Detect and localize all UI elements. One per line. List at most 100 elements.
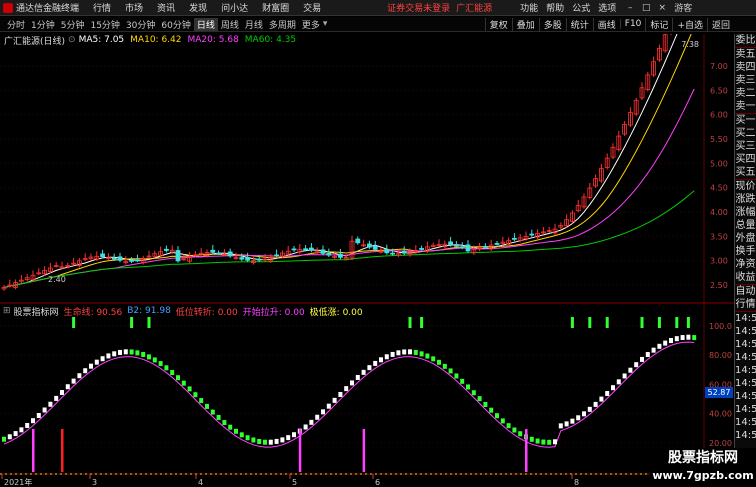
indicator-bar bbox=[193, 392, 198, 398]
quote-panel-item[interactable]: 涨幅 bbox=[735, 206, 756, 219]
expand-icon[interactable]: ⊞ bbox=[3, 306, 11, 316]
quote-panel-item[interactable]: 现价 bbox=[735, 179, 756, 193]
indicator-name[interactable]: 股票指标网 bbox=[14, 305, 59, 318]
indicator-bar bbox=[112, 351, 117, 357]
price-tick-label: 6.50 bbox=[710, 86, 728, 95]
current-value-tag: 52.87 bbox=[705, 387, 733, 398]
indicator-bar bbox=[344, 386, 349, 392]
spike-bar bbox=[32, 429, 35, 472]
menu-discover[interactable]: 发现 bbox=[189, 1, 207, 14]
signal-mark bbox=[640, 317, 644, 328]
quote-panel-item[interactable]: 行情 bbox=[735, 298, 756, 311]
menu-function[interactable]: 功能 bbox=[520, 1, 538, 14]
quote-panel-item[interactable]: 自动 bbox=[735, 284, 756, 298]
broker-name[interactable]: 广汇能源 bbox=[456, 1, 492, 14]
quote-panel-item[interactable]: 涨跌 bbox=[735, 193, 756, 206]
period-15min[interactable]: 15分钟 bbox=[87, 18, 122, 31]
tool-overlay[interactable]: 叠加 bbox=[511, 17, 539, 31]
quote-panel-item[interactable]: 买三 bbox=[735, 140, 756, 153]
menu-quotes[interactable]: 行情 bbox=[93, 1, 111, 14]
quote-panel-item[interactable]: 收益 bbox=[735, 271, 756, 284]
user-label[interactable]: 游客 bbox=[674, 1, 692, 14]
indicator-bar bbox=[547, 439, 552, 445]
maximize-icon[interactable]: □ bbox=[638, 3, 654, 13]
quote-panel-item[interactable]: 换手 bbox=[735, 245, 756, 258]
price-tick-label: 3.00 bbox=[710, 257, 728, 266]
period-weekly[interactable]: 周线 bbox=[218, 18, 242, 31]
quote-panel-item[interactable]: 卖四 bbox=[735, 61, 756, 74]
quote-panel-item[interactable]: 14:56 bbox=[735, 403, 756, 416]
indicator-bar bbox=[199, 398, 204, 404]
period-60min[interactable]: 60分钟 bbox=[158, 18, 193, 31]
period-daily[interactable]: 日线 bbox=[193, 17, 218, 31]
chevron-down-icon[interactable]: ▾ bbox=[323, 19, 328, 29]
tool-f10[interactable]: F10 bbox=[619, 19, 646, 29]
menu-trade[interactable]: 交易 bbox=[303, 1, 321, 14]
menu-formula[interactable]: 公式 bbox=[572, 1, 590, 14]
menu-news[interactable]: 资讯 bbox=[157, 1, 175, 14]
quote-panel-item[interactable]: 14:56 bbox=[735, 351, 756, 364]
quote-panel-item[interactable]: 买一 bbox=[735, 113, 756, 127]
menu-help[interactable]: 帮助 bbox=[546, 1, 564, 14]
login-warning[interactable]: 证券交易未登录 bbox=[387, 1, 450, 14]
menu-options[interactable]: 选项 bbox=[598, 1, 616, 14]
close-icon[interactable]: × bbox=[654, 3, 670, 13]
signal-mark bbox=[675, 317, 679, 328]
menu-market[interactable]: 市场 bbox=[125, 1, 143, 14]
quote-panel-item[interactable]: 14:56 bbox=[735, 325, 756, 338]
tool-add-favorite[interactable]: +自选 bbox=[672, 17, 707, 31]
period-1min[interactable]: 1分钟 bbox=[28, 18, 58, 31]
quote-panel-item[interactable]: 买五 bbox=[735, 166, 756, 179]
indicator-tick-label: 40.00 bbox=[709, 410, 732, 419]
candle-body bbox=[308, 247, 314, 251]
high-price-label: 7.38 bbox=[681, 40, 699, 49]
quote-panel-item[interactable]: 总量 bbox=[735, 219, 756, 232]
period-monthly[interactable]: 月线 bbox=[242, 18, 266, 31]
tool-adjust[interactable]: 复权 bbox=[484, 17, 512, 31]
tool-draw[interactable]: 画线 bbox=[592, 17, 620, 31]
quote-panel-item[interactable]: 14:56 bbox=[735, 416, 756, 429]
period-more[interactable]: 更多 bbox=[299, 18, 323, 31]
quote-panel-item[interactable]: 卖五 bbox=[735, 47, 756, 61]
indicator-bar bbox=[663, 340, 668, 346]
tool-statistics[interactable]: 统计 bbox=[565, 17, 593, 31]
quote-panel-item[interactable]: 委比 bbox=[735, 34, 756, 47]
indicator-bar bbox=[686, 334, 691, 340]
indicator-bar bbox=[13, 431, 18, 437]
indicator-bar bbox=[425, 353, 430, 359]
watermark: 股票指标网 www.7gpzb.com bbox=[650, 448, 756, 487]
candle-body bbox=[494, 243, 500, 245]
indicator-bar bbox=[431, 356, 436, 362]
quote-panel-item[interactable]: 14:56 bbox=[735, 429, 756, 442]
indicator-bar bbox=[512, 427, 517, 433]
period-5min[interactable]: 5分钟 bbox=[58, 18, 88, 31]
quote-panel-item[interactable]: 外盘 bbox=[735, 232, 756, 245]
quote-panel-item[interactable]: 净资 bbox=[735, 258, 756, 271]
quote-panel-item[interactable]: 14:56 bbox=[735, 364, 756, 377]
tool-multi-stock[interactable]: 多股 bbox=[538, 17, 566, 31]
quote-panel-item[interactable]: 买四 bbox=[735, 153, 756, 166]
tool-back[interactable]: 返回 bbox=[706, 17, 734, 31]
minimize-icon[interactable]: – bbox=[622, 3, 638, 13]
quote-panel-item[interactable]: 买二 bbox=[735, 127, 756, 140]
quote-panel-item[interactable]: 卖一 bbox=[735, 100, 756, 113]
indicator-bar bbox=[396, 350, 401, 356]
indicator-bar bbox=[448, 368, 453, 374]
period-tick[interactable]: 分时 bbox=[4, 18, 28, 31]
indicator-bar bbox=[500, 418, 505, 424]
quote-panel-item[interactable]: 14:56 bbox=[735, 390, 756, 403]
menu-ask[interactable]: 问小达 bbox=[221, 1, 248, 14]
quote-panel-item[interactable]: 14:56 bbox=[735, 377, 756, 390]
indicator-bar bbox=[640, 356, 644, 362]
period-30min[interactable]: 30分钟 bbox=[123, 18, 158, 31]
period-multi[interactable]: 多周期 bbox=[266, 18, 299, 31]
quote-panel-item[interactable]: 14:56 bbox=[735, 338, 756, 351]
quote-panel-item[interactable]: 卖三 bbox=[735, 74, 756, 87]
tool-mark[interactable]: 标记 bbox=[645, 17, 672, 31]
quote-panel-item[interactable]: 卖二 bbox=[735, 87, 756, 100]
candle-body bbox=[111, 257, 117, 260]
indicator-bar bbox=[535, 438, 540, 444]
quote-panel-item[interactable]: 14:56 bbox=[735, 311, 756, 325]
menu-wealth[interactable]: 财富圈 bbox=[262, 1, 289, 14]
candle-body bbox=[448, 241, 454, 245]
